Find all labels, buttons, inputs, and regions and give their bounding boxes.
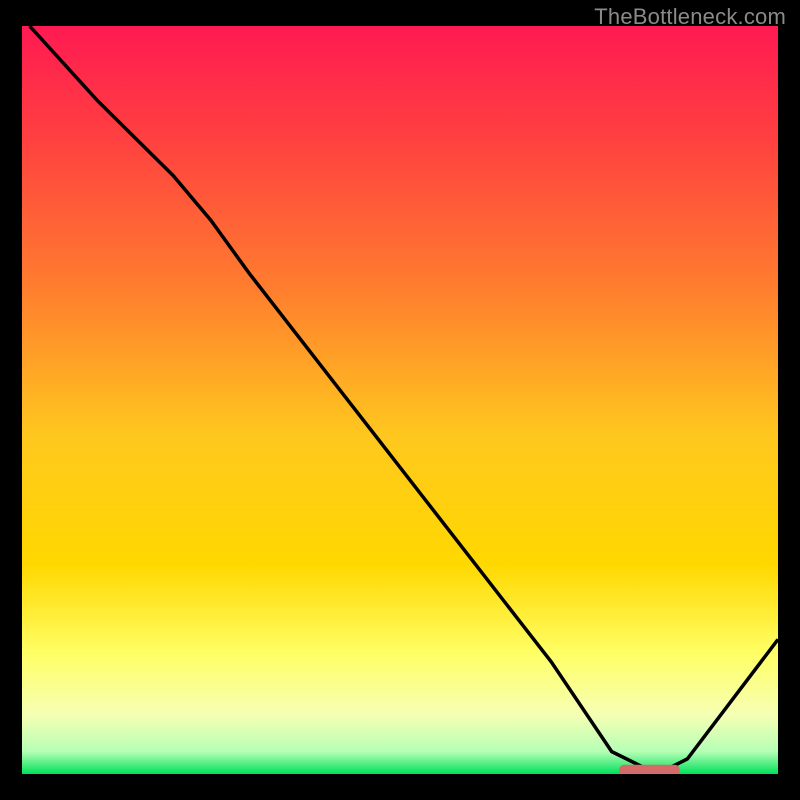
watermark-text: TheBottleneck.com (594, 4, 786, 30)
chart-plot-area (22, 26, 778, 774)
chart-svg (22, 26, 778, 774)
optimal-range-marker (619, 765, 680, 774)
